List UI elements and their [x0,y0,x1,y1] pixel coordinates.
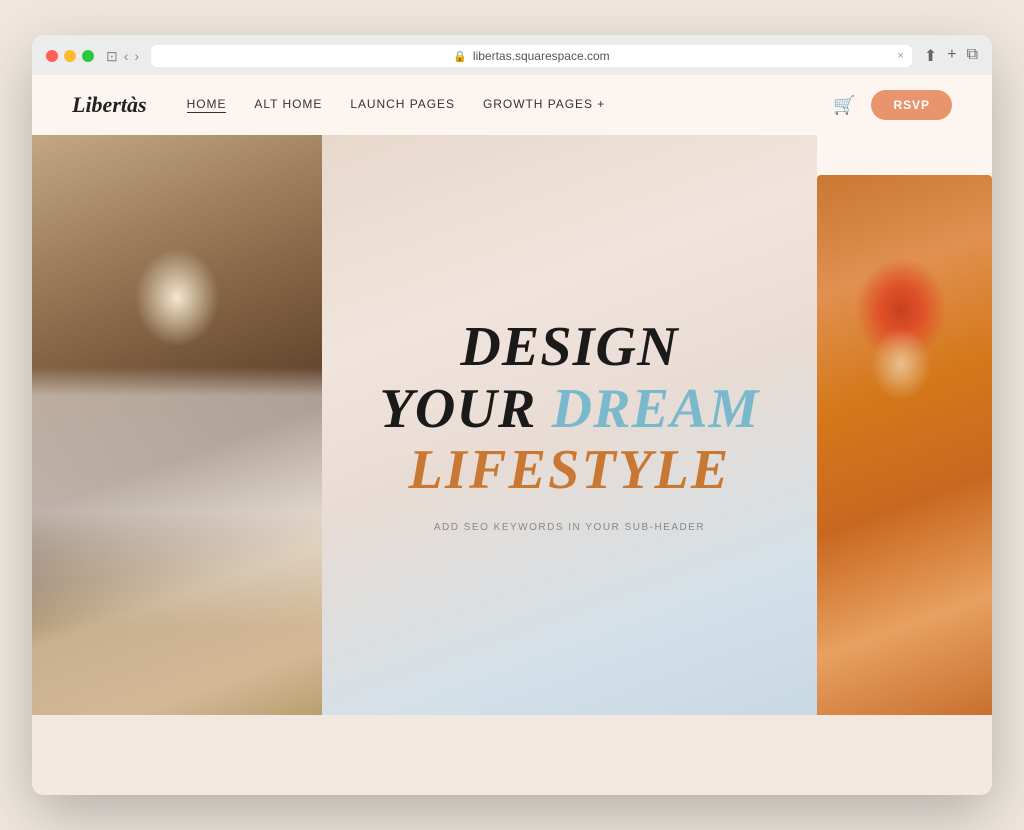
hero-center-content: DESIGN YOUR DREAM LIFESTYLE ADD SEO KEYW… [322,135,817,715]
lock-icon: 🔒 [453,50,467,63]
rsvp-button[interactable]: RSVP [871,90,952,120]
headline-design: DESIGN [380,317,760,379]
traffic-lights [46,50,94,62]
bottom-area [32,715,992,795]
headline-lifestyle: LIFESTYLE [380,440,760,502]
close-button[interactable] [46,50,58,62]
nav-item-launch-pages[interactable]: LAUNCH PAGES [350,97,455,113]
hero-subheader: ADD SEO KEYWORDS IN YOUR SUB-HEADER [434,522,705,533]
headline-dream: DREAM [552,378,760,440]
site-logo[interactable]: Libertàs [72,92,147,118]
hero-headline: DESIGN YOUR DREAM LIFESTYLE [380,317,760,502]
left-photo-placeholder [32,135,322,715]
url-text: libertas.squarespace.com [473,49,610,63]
nav-right: 🛒 RSVP [833,90,952,120]
back-button[interactable]: ‹ [124,48,129,64]
nav-links: HOME ALT HOME LAUNCH PAGES GROWTH PAGES … [187,97,833,113]
new-tab-icon[interactable]: + [947,46,956,66]
forward-button[interactable]: › [134,48,139,64]
hero-right-image [817,175,992,715]
right-photo-placeholder [817,175,992,715]
browser-chrome: ⊡ ‹ › 🔒 libertas.squarespace.com × ⬆ + ⧉ [32,35,992,75]
address-bar[interactable]: 🔒 libertas.squarespace.com × [151,45,912,67]
headline-line2: YOUR DREAM [380,379,760,441]
nav-item-growth-pages[interactable]: GROWTH PAGES + [483,97,605,113]
nav-item-alt-home[interactable]: ALT HOME [254,97,322,113]
close-tab-button[interactable]: × [897,50,903,62]
window-icon[interactable]: ⊡ [106,48,118,65]
main-nav: Libertàs HOME ALT HOME LAUNCH PAGES GROW… [32,75,992,135]
maximize-button[interactable] [82,50,94,62]
website: Libertàs HOME ALT HOME LAUNCH PAGES GROW… [32,75,992,795]
browser-controls: ⊡ ‹ › [106,48,139,65]
headline-your: YOUR [380,378,552,440]
hero-left-image [32,135,322,715]
windows-icon[interactable]: ⧉ [967,46,978,66]
cart-icon[interactable]: 🛒 [833,95,855,116]
browser-actions: ⬆ + ⧉ [924,46,978,66]
share-icon[interactable]: ⬆ [924,46,937,66]
minimize-button[interactable] [64,50,76,62]
browser-window: ⊡ ‹ › 🔒 libertas.squarespace.com × ⬆ + ⧉… [32,35,992,795]
nav-item-home[interactable]: HOME [187,97,227,113]
hero-section: DESIGN YOUR DREAM LIFESTYLE ADD SEO KEYW… [32,135,992,715]
